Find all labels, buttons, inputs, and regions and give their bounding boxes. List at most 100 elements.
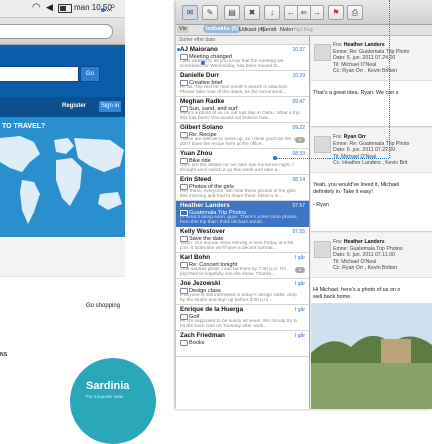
attached-photo[interactable] bbox=[311, 303, 432, 409]
message-body-line: Hi Michael, here's a photo of us on o bbox=[313, 287, 401, 293]
callout-dot bbox=[201, 61, 205, 65]
print-button[interactable]: ⎙ bbox=[347, 5, 363, 20]
site-search-input[interactable] bbox=[0, 66, 79, 82]
map-asia bbox=[74, 138, 124, 172]
header-value: Heather Landers bbox=[343, 239, 385, 245]
thread-count-badge[interactable]: 2 bbox=[295, 137, 305, 143]
site-search-button[interactable]: Go bbox=[80, 66, 100, 82]
flag-button[interactable]: ⚑ bbox=[328, 5, 344, 20]
printer-icon: ⎙ bbox=[351, 8, 359, 17]
message-row[interactable]: Heather Landers 07.57 Guatemala Trip Photo… bbox=[176, 201, 309, 227]
favorite-drafts[interactable]: Udkast (4) bbox=[239, 27, 264, 33]
sort-bar[interactable]: Sorter efter dato bbox=[176, 36, 309, 45]
message-sender: Karl Bohn bbox=[180, 254, 211, 261]
conversation-message[interactable]: Fra: Ryan Orr Emne: Re: Guatemala Trip Ph… bbox=[311, 128, 432, 232]
delete-button[interactable]: ✖ bbox=[244, 5, 260, 20]
favorite-inbox[interactable]: Indbakke (6) bbox=[203, 25, 242, 33]
wifi-icon[interactable]: ◠ bbox=[32, 2, 41, 13]
header-value: Heather Landers bbox=[343, 42, 385, 48]
message-body-line: - Ryan bbox=[313, 201, 329, 208]
header-from: Fra: Heather Landers bbox=[333, 239, 385, 245]
address-bar[interactable] bbox=[0, 24, 113, 39]
message-row[interactable]: Yuan Zhou 08.33 Bike ride Here are the deta… bbox=[176, 149, 309, 175]
message-row[interactable]: Enrique de la Huerga I går Golf Hi. It's su… bbox=[176, 305, 309, 331]
message-header: Fra: Ryan Orr Emne: Re: Guatemala Trip Ph… bbox=[311, 128, 432, 173]
favorite-sent[interactable]: Sendt bbox=[262, 27, 276, 33]
message-date: 07.57 bbox=[292, 202, 305, 209]
message-preview: Hi, all. The text for next month's kicko… bbox=[180, 85, 288, 96]
header-label: Fra: bbox=[333, 134, 343, 140]
header-cc: Cc: Ryan Orr , Kevin Britten bbox=[333, 68, 397, 74]
message-date: 08.33 bbox=[292, 150, 305, 157]
show-mailboxes-button[interactable]: Vis bbox=[177, 26, 189, 33]
favorite-new-flag[interactable]: Nyt flag bbox=[294, 27, 313, 33]
map-africa bbox=[56, 158, 82, 206]
message-list[interactable]: Sorter efter dato AJ Maiorano 10.37 Meetin… bbox=[176, 36, 310, 409]
message-date: I går bbox=[294, 306, 305, 313]
message-date: 09.22 bbox=[292, 124, 305, 131]
header-subject: Emne: Re: Guatemala Trip Photo bbox=[333, 49, 409, 55]
forward-button[interactable]: → bbox=[310, 5, 324, 20]
map-europe bbox=[54, 138, 74, 154]
header-label: Cc: bbox=[333, 68, 341, 74]
conversation-message[interactable]: Fra: Heather Landers Emne: Guatemala Trip… bbox=[311, 233, 432, 409]
header-value: Michael O'Neal bbox=[341, 258, 377, 265]
message-body-line: well back home. bbox=[313, 293, 352, 300]
message-row[interactable]: Gilbert Solano 09.22 Re: Recipe These are d… bbox=[176, 123, 309, 149]
message-header: Fra: Heather Landers Emne: Re: Guatemala … bbox=[311, 36, 432, 81]
thread-count-badge[interactable]: 2 bbox=[295, 267, 305, 273]
thumbs-down-icon: ↓ bbox=[270, 8, 274, 17]
world-map[interactable] bbox=[0, 132, 125, 236]
message-sender: Yuan Zhou bbox=[180, 150, 213, 157]
sender-avatar bbox=[314, 44, 331, 61]
message-row[interactable]: AJ Maiorano 10.37 Meeting changed I just wa… bbox=[176, 45, 309, 71]
header-date: Dato: 6. jun. 2011 07.22.00 bbox=[333, 147, 395, 153]
compose-button[interactable]: ✎ bbox=[202, 5, 218, 20]
signin-button[interactable]: Sign in bbox=[99, 101, 121, 112]
map-australia bbox=[98, 192, 122, 210]
reply-all-button[interactable]: ⇐ bbox=[297, 5, 311, 20]
get-mail-button[interactable]: ✉ bbox=[182, 5, 198, 20]
header-label: Emne: bbox=[333, 48, 348, 55]
junk-button[interactable]: ↓ bbox=[264, 5, 280, 20]
volume-icon[interactable]: ◀ bbox=[46, 2, 53, 13]
header-value: Re: Guatemala Trip Photo bbox=[349, 140, 410, 147]
battery-icon[interactable] bbox=[58, 4, 72, 13]
message-preview: Here are the details for our bike ride t… bbox=[180, 163, 294, 174]
message-row[interactable]: Meghan Radke 09.47 Sun, sand, and surf Here… bbox=[176, 97, 309, 123]
message-sender: Kelly Westover bbox=[180, 228, 226, 235]
sender-avatar bbox=[314, 241, 331, 258]
favorite-notes[interactable]: Noter bbox=[280, 27, 293, 33]
message-preview: These are difficult to mess up, so I thi… bbox=[180, 137, 296, 148]
header-label: Emne: bbox=[333, 140, 348, 147]
message-body-line: That's a great idea, Ryan. We can s bbox=[313, 90, 399, 96]
message-row[interactable]: Zach Friedman I går Books bbox=[176, 331, 309, 357]
header-value: 6. jun. 2011 07.24.00 bbox=[346, 55, 396, 61]
conversation-message[interactable]: Fra: Heather Landers Emne: Re: Guatemala … bbox=[311, 36, 432, 127]
flag-icon: ⚑ bbox=[332, 8, 340, 17]
header-value: Michael O'Neal bbox=[341, 61, 377, 68]
mail-toolbar: ✉ ✎ ▤ ✖ ↓ ← ⇐ → ⚑ ⎙ bbox=[176, 0, 432, 25]
header-value: Ryan Orr bbox=[343, 134, 366, 140]
message-preview: I just wanted to let you know that the m… bbox=[180, 59, 284, 70]
header-cc: Cc: Heather Landers , Kevin Brit bbox=[333, 160, 407, 166]
header-from: Fra: Ryan Orr bbox=[333, 134, 366, 140]
message-sender: Joe Jezowski bbox=[180, 280, 221, 287]
site-content-strip bbox=[0, 238, 125, 276]
message-row[interactable]: Karl Bohn I går Re: Concert tonight That so… bbox=[176, 253, 309, 279]
message-preview bbox=[180, 345, 302, 356]
promo-subtitle: For turquoise seas bbox=[86, 394, 124, 399]
reply-button[interactable]: ← bbox=[284, 5, 298, 20]
message-date: I går bbox=[294, 280, 305, 287]
message-row[interactable]: Erin Steed 08.14 Photos of the girls Hey th… bbox=[176, 175, 309, 201]
message-date: 09.47 bbox=[292, 98, 305, 105]
archive-button[interactable]: ▤ bbox=[224, 5, 240, 20]
message-row[interactable]: Danielle Durr 10.29 Creative brief Hi, all.… bbox=[176, 71, 309, 97]
header-value: Re: Guatemala Trip Photo bbox=[349, 48, 410, 55]
message-row[interactable]: Joe Jezowski I går Design class If anyone i… bbox=[176, 279, 309, 305]
message-row[interactable]: Kelly Westover 07.55 Save the date Team: Ou… bbox=[176, 227, 309, 253]
sardinia-promo[interactable] bbox=[70, 358, 156, 444]
go-shopping-link[interactable]: Go shopping bbox=[86, 303, 120, 309]
section-label: NS bbox=[0, 352, 8, 358]
register-link[interactable]: Register bbox=[62, 103, 86, 109]
